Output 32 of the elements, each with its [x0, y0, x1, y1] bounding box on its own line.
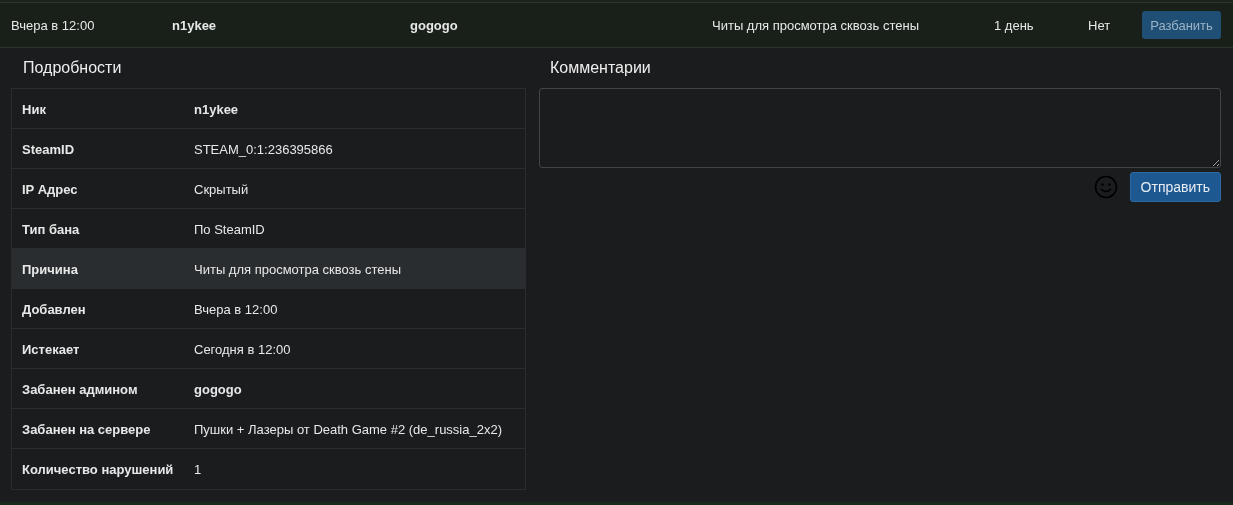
unban-button[interactable]: Разбанить [1142, 11, 1221, 39]
ban-cell-text: Нет [1088, 17, 1112, 33]
row-value: По SteamID [194, 221, 265, 237]
row-label: Ник [21, 101, 47, 117]
row-label: Причина [21, 261, 79, 277]
row-value: STEAM_0:1:236395866 [194, 141, 333, 157]
row-value: gogogo [194, 381, 242, 397]
smiley-icon[interactable] [1093, 175, 1118, 199]
comment-field[interactable] [539, 88, 1221, 168]
ban-cell-text: 1 день [994, 17, 1035, 33]
ban-cell-text: n1ykee [172, 17, 218, 33]
row-value: Пушки + Лазеры от Death Game #2 (de_russia_2x2) [194, 421, 502, 437]
row-value: Скрытый [194, 181, 249, 197]
section-title: Комментарии [549, 58, 652, 78]
row-label: SteamID [21, 141, 76, 157]
row-value: Вчера в 12:00 [194, 301, 278, 317]
row-label: Забанен на сервере [21, 421, 152, 437]
ban-cell-text: Читы для просмотра сквозь стены [712, 17, 920, 33]
row-label: IP Адрес [21, 181, 79, 197]
section-title: Подробности [22, 58, 123, 78]
row-value: Сегодня в 12:00 [194, 341, 291, 357]
row-label: Забанен админом [21, 381, 139, 397]
row-label: Добавлен [21, 301, 87, 317]
row-label: Тип бана [21, 221, 81, 237]
row-value: 1 [194, 461, 202, 477]
row-label: Истекает [21, 341, 81, 357]
ban-cell-text: Вчера в 12:00 [11, 17, 96, 33]
ban-cell-text: gogogo [410, 17, 459, 33]
row-value: Читы для просмотра сквозь стены [194, 261, 401, 277]
row-label: Количество нарушений [21, 461, 175, 477]
send-button[interactable]: Отправить [1129, 172, 1221, 202]
row-value: n1ykee [194, 101, 239, 117]
